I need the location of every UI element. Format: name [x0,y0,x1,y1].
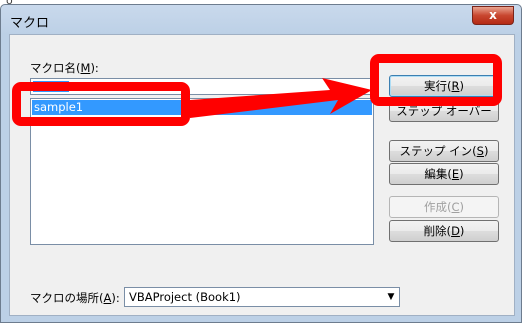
arrow-shape [190,78,372,118]
red-arrow [190,78,372,118]
